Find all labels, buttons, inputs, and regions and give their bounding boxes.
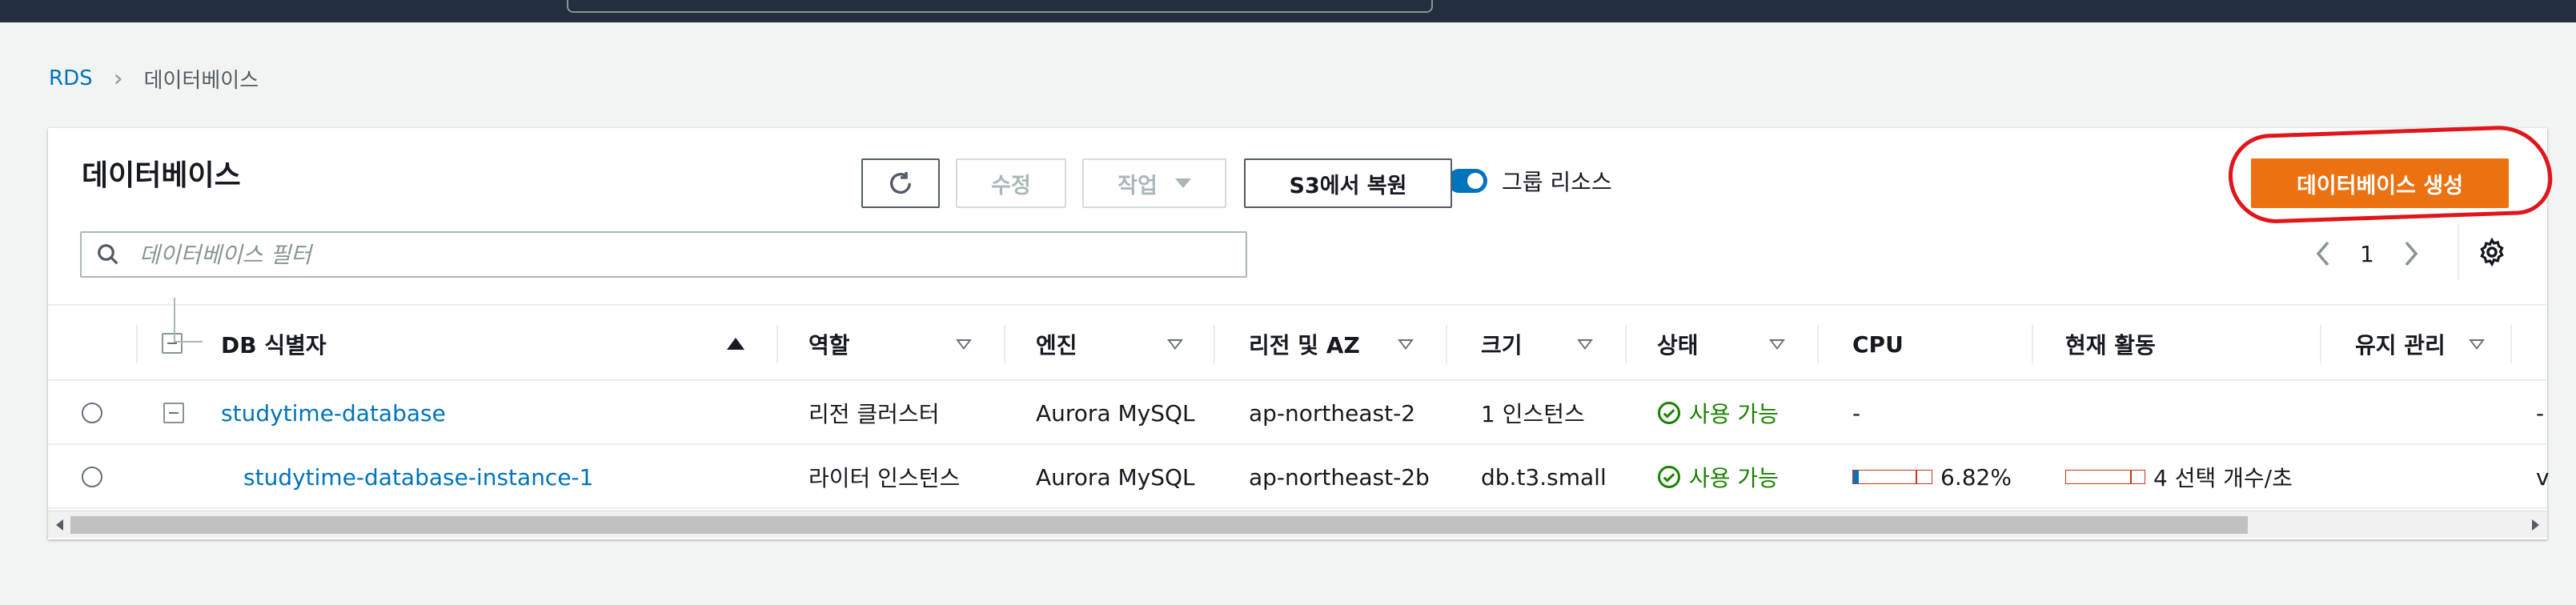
- tree-connector: [174, 341, 203, 343]
- breadcrumb: RDS › 데이터베이스: [49, 62, 259, 94]
- size-cell: db.t3.small: [1481, 463, 1607, 491]
- header-role[interactable]: 역할: [809, 306, 850, 383]
- column-separator: [2510, 325, 2512, 363]
- activity-cell: 4 선택 개수/초: [2065, 445, 2293, 509]
- activity-bar: [2065, 470, 2145, 484]
- sort-icon[interactable]: [1398, 339, 1414, 350]
- databases-panel: 데이터베이스 그룹 리소스 수정 작업 S3에서 복원 데이터베이스 생성 1: [48, 123, 2554, 539]
- cpu-usage-bar: [1852, 470, 1932, 484]
- column-separator: [1214, 325, 1215, 363]
- breadcrumb-rds-link[interactable]: RDS: [49, 66, 93, 90]
- column-separator: [1817, 325, 1819, 363]
- actions-label: 작업: [1117, 173, 1158, 198]
- divider: [2458, 224, 2459, 280]
- row-select-radio[interactable]: [82, 467, 102, 487]
- column-separator: [1004, 325, 1005, 363]
- role-cell: 리전 클러스터: [809, 401, 940, 427]
- tree-connector: [174, 298, 175, 343]
- column-separator: [776, 325, 778, 363]
- page-number[interactable]: 1: [2360, 241, 2374, 267]
- cpu-value: 6.82%: [1940, 463, 2012, 491]
- header-engine[interactable]: 엔진: [1036, 306, 1077, 383]
- header-status[interactable]: 상태: [1657, 306, 1699, 383]
- chevron-right-icon: ›: [113, 64, 123, 93]
- top-navigation-bar: [0, 0, 2576, 22]
- activity-threshold-mark: [2130, 471, 2132, 483]
- header-db-identifier[interactable]: DB 식별자: [221, 306, 327, 383]
- collapse-all-icon[interactable]: [162, 333, 183, 354]
- maintenance-cell: v: [2536, 463, 2550, 491]
- sort-ascending-icon[interactable]: [727, 338, 744, 350]
- panel-title: 데이터베이스: [82, 159, 241, 192]
- column-separator: [2032, 325, 2033, 363]
- table-row[interactable]: studytime-database 리전 클러스터 Aurora MySQL …: [48, 381, 2547, 445]
- search-icon: [98, 244, 118, 265]
- column-separator: [2320, 325, 2321, 363]
- pagination: 1: [2315, 229, 2419, 278]
- size-cell: 1 인스턴스: [1481, 401, 1585, 427]
- header-current-activity[interactable]: 현재 활동: [2065, 306, 2156, 383]
- group-resources-label: 그룹 리소스: [1502, 169, 1612, 195]
- chevron-right-icon[interactable]: [2403, 241, 2419, 266]
- maintenance-cell: -: [2536, 399, 2545, 427]
- group-resources-toggle[interactable]: 그룹 리소스: [1447, 165, 1612, 197]
- engine-cell: Aurora MySQL: [1036, 463, 1195, 491]
- engine-cell: Aurora MySQL: [1036, 399, 1195, 427]
- sort-icon[interactable]: [956, 339, 972, 350]
- restore-from-s3-button[interactable]: S3에서 복원: [1244, 158, 1452, 208]
- sort-icon[interactable]: [1577, 339, 1593, 350]
- check-circle-icon: [1658, 402, 1680, 424]
- status-text: 사용 가능: [1689, 465, 1779, 491]
- filter-input[interactable]: [139, 241, 1180, 268]
- global-search-input[interactable]: [567, 0, 1433, 13]
- table-row[interactable]: studytime-database-instance-1 라이터 인스턴스 A…: [48, 445, 2550, 509]
- region-cell: ap-northeast-2: [1249, 399, 1416, 427]
- column-separator: [136, 325, 138, 363]
- header-cpu[interactable]: CPU: [1852, 306, 1904, 383]
- sort-icon[interactable]: [2469, 339, 2485, 350]
- refresh-icon: [889, 171, 912, 194]
- database-filter[interactable]: [80, 231, 1247, 278]
- modify-button[interactable]: 수정: [956, 158, 1066, 208]
- annotation-circle: [2227, 123, 2554, 226]
- db-instance-link[interactable]: studytime-database-instance-1: [243, 445, 593, 509]
- activity-value: 4 선택 개수/초: [2153, 465, 2293, 491]
- row-select-radio[interactable]: [82, 403, 102, 423]
- scrollbar-thumb[interactable]: [70, 516, 2248, 534]
- header-region-az[interactable]: 리전 및 AZ: [1249, 306, 1360, 383]
- sort-icon[interactable]: [1167, 339, 1183, 350]
- sort-icon[interactable]: [1769, 339, 1785, 350]
- region-cell: ap-northeast-2b: [1249, 463, 1430, 491]
- cpu-usage-fill: [1853, 471, 1859, 483]
- cpu-threshold-mark: [1916, 471, 1917, 483]
- status-text: 사용 가능: [1689, 401, 1779, 427]
- actions-dropdown-button[interactable]: 작업: [1082, 158, 1226, 208]
- status-cell: 사용 가능: [1657, 381, 1779, 445]
- refresh-button[interactable]: [861, 158, 940, 208]
- column-separator: [1625, 325, 1627, 363]
- scroll-right-icon[interactable]: [2532, 519, 2539, 531]
- column-separator: [1446, 325, 1447, 363]
- header-maintenance[interactable]: 유지 관리: [2355, 306, 2446, 383]
- chevron-left-icon[interactable]: [2315, 241, 2331, 266]
- cpu-cell: 6.82%: [1852, 445, 2012, 509]
- horizontal-scrollbar[interactable]: [48, 511, 2547, 538]
- check-circle-icon: [1658, 466, 1680, 488]
- breadcrumb-current: 데이터베이스: [143, 68, 259, 93]
- gear-icon[interactable]: [2477, 237, 2507, 267]
- cpu-cell: -: [1852, 399, 1861, 427]
- scroll-left-icon[interactable]: [56, 519, 63, 531]
- role-cell: 라이터 인스턴스: [809, 465, 961, 491]
- table-header: DB 식별자 역할 엔진 리전 및 AZ 크기 상태 CPU 현재 활동 유지 …: [48, 304, 2547, 381]
- status-cell: 사용 가능: [1657, 445, 1779, 509]
- caret-down-icon: [1174, 178, 1191, 188]
- header-size[interactable]: 크기: [1481, 306, 1523, 383]
- toggle-switch[interactable]: [1447, 169, 1487, 193]
- db-identifier-link[interactable]: studytime-database: [221, 381, 446, 445]
- collapse-row-icon[interactable]: [163, 403, 184, 423]
